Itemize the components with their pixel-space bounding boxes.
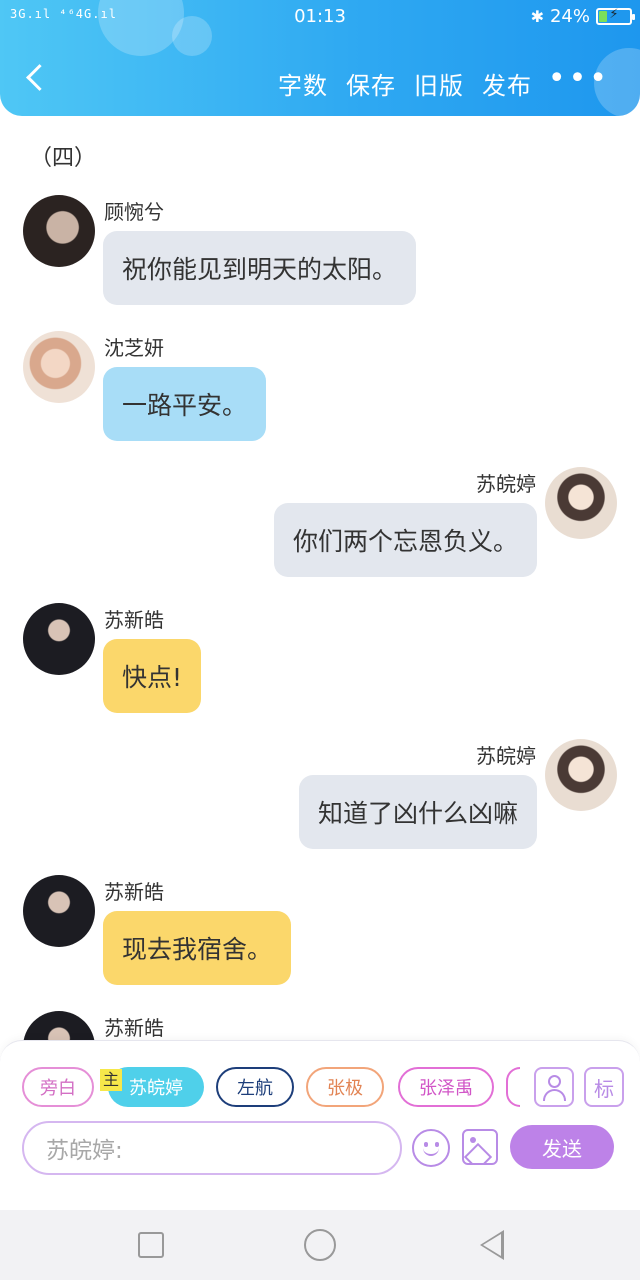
- more-icon[interactable]: •••: [548, 64, 610, 94]
- message-bubble[interactable]: 你们两个忘恩负义。: [273, 503, 537, 577]
- app-header: 3G.ıl ⁴⁶4G.ıl 01:13 ✱ 24% ⚡ 字数 保存 旧版 发布 …: [0, 0, 640, 116]
- role-chip[interactable]: 左航: [216, 1067, 294, 1107]
- speaker-name: 沈芝妍: [104, 336, 164, 360]
- chat-area[interactable]: （四） 顾惋兮 祝你能见到明天的太阳。 沈芝妍 一路平安。 苏皖婷 你们两个忘恩…: [0, 116, 640, 1040]
- chapter-heading: （四）: [30, 146, 97, 171]
- home-icon[interactable]: [304, 1229, 336, 1261]
- battery-percent: 24%: [549, 6, 590, 27]
- emoji-mouth: [423, 1146, 439, 1156]
- word-count-button[interactable]: 字数: [278, 66, 328, 101]
- system-nav-bar: [0, 1210, 640, 1280]
- role-chip[interactable]: 张泽禹: [398, 1067, 494, 1107]
- role-chip[interactable]: 张极: [306, 1067, 384, 1107]
- message-composer: 旁白 苏皖婷 主 左航 张极 张泽禹 标 苏皖婷: 发送: [0, 1040, 640, 1210]
- role-chip-selected[interactable]: 苏皖婷: [108, 1067, 204, 1107]
- back-chevron-icon[interactable]: [22, 62, 52, 98]
- speaker-name: 苏新皓: [104, 608, 164, 632]
- role-manage-icon[interactable]: [534, 1067, 574, 1107]
- speaker-name: 苏新皓: [104, 1016, 164, 1040]
- battery-icon: ⚡: [596, 7, 635, 25]
- back-triangle-icon[interactable]: [480, 1230, 504, 1260]
- image-sun: [470, 1137, 476, 1143]
- bluetooth-icon: ✱: [530, 7, 544, 26]
- avatar[interactable]: [23, 1011, 95, 1040]
- person-head: [548, 1075, 561, 1088]
- speaker-name: 苏新皓: [104, 880, 164, 904]
- role-chip-partial[interactable]: [506, 1067, 520, 1107]
- role-chip-narrator[interactable]: 旁白: [22, 1067, 94, 1107]
- main-role-badge: 主: [100, 1069, 123, 1091]
- speaker-name: 苏皖婷: [476, 744, 536, 768]
- image-icon[interactable]: [462, 1129, 498, 1165]
- publish-button[interactable]: 发布: [482, 66, 532, 101]
- message-bubble[interactable]: 祝你能见到明天的太阳。: [103, 231, 417, 305]
- image-mountain: [464, 1142, 493, 1163]
- save-button[interactable]: 保存: [346, 66, 396, 101]
- person-body: [543, 1089, 566, 1101]
- send-button[interactable]: 发送: [510, 1125, 614, 1169]
- charging-icon: ⚡: [609, 7, 619, 22]
- message-bubble[interactable]: 一路平安。: [103, 367, 267, 441]
- speaker-name: 顾惋兮: [104, 200, 164, 224]
- header-menu: 字数 保存 旧版 发布: [278, 66, 532, 101]
- avatar[interactable]: [545, 739, 617, 811]
- avatar[interactable]: [23, 195, 95, 267]
- avatar[interactable]: [545, 467, 617, 539]
- message-bubble[interactable]: 知道了凶什么凶嘛: [298, 775, 537, 849]
- avatar[interactable]: [23, 875, 95, 947]
- avatar[interactable]: [23, 603, 95, 675]
- emoji-icon[interactable]: [412, 1129, 450, 1167]
- avatar[interactable]: [23, 331, 95, 403]
- status-bar: 3G.ıl ⁴⁶4G.ıl 01:13 ✱ 24% ⚡: [0, 0, 640, 34]
- old-version-button[interactable]: 旧版: [414, 66, 464, 101]
- message-bubble[interactable]: 现去我宿舍。: [103, 911, 292, 985]
- speaker-name: 苏皖婷: [476, 472, 536, 496]
- tag-button[interactable]: 标: [584, 1067, 624, 1107]
- message-bubble[interactable]: 快点!: [103, 639, 202, 713]
- recent-apps-icon[interactable]: [138, 1232, 164, 1258]
- message-input[interactable]: 苏皖婷:: [22, 1121, 402, 1175]
- status-right: ✱ 24% ⚡: [530, 6, 635, 27]
